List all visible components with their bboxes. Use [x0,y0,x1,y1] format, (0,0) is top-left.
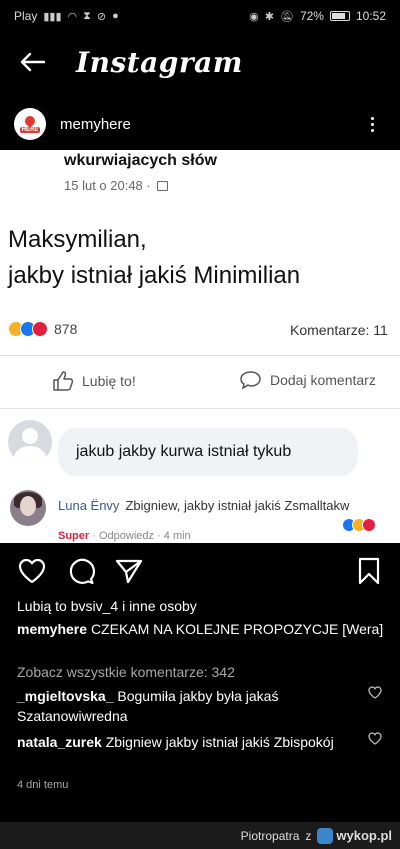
fb-comment-button: Dodaj komentarz [240,370,376,390]
kebab-menu-icon[interactable] [362,110,382,138]
speech-bubble-icon [240,371,261,390]
fb-comment: Luna Ënvy Zbigniew, jakby istniał jakiś Z… [0,486,400,543]
fb-comment-text: Zbigniew, jakby istniał jakiś Zsmalltakw [125,498,350,513]
fb-like-button: Lubię to! [52,370,136,392]
fb-comment: jakub jakby kurwa istniał tykub [0,418,400,488]
globe-icon [156,180,168,191]
post-header: HERE memyhere [0,102,400,146]
caption-text: CZEKAM NA KOLEJNE PROPOZYCJE [Wera] [90,621,384,637]
mute-icon: 🔕︎ [279,10,294,23]
hourglass-icon: ⧗ [83,9,91,22]
fb-comment-reactions [342,518,376,532]
battery-icon [329,11,350,21]
post-actions [0,552,400,592]
watermark-via: z [305,828,312,843]
wykop-logo: wykop.pl [317,827,392,844]
comment-heart-icon[interactable] [368,732,384,748]
wykop-icon [317,827,334,844]
fb-headline: wkurwiajacych słów [64,152,217,169]
signal-icon: ▮▮▮ [43,10,62,23]
comment-icon[interactable] [66,556,96,586]
comment-username[interactable]: natala_zurek [17,734,102,750]
status-bar: Play ▮▮▮ ◠ ⧗ ⊘ ● ◉ ✱ 🔕︎ 72% 10:52 [0,0,400,32]
view-all-comments-link[interactable]: Zobacz wszystkie komentarze: 342 [17,664,235,680]
fb-comment-line: Luna Ënvy Zbigniew, jakby istniał jakiś Z… [58,498,349,513]
love-reaction-icon [32,321,48,337]
fb-comments-count: Komentarze: 11 [290,322,388,338]
bluetooth-icon: ✱ [264,10,274,23]
eye-icon: ◉ [249,10,259,23]
divider [0,408,400,409]
fb-comment-meta-text: · Odpowiedz · 4 min [89,530,191,542]
fb-reaction-label: Super [58,530,90,542]
post-username[interactable]: memyhere [60,116,131,133]
fb-post-text: Maksymilian, jakby istniał jakiś Minimil… [8,222,300,294]
back-arrow-icon[interactable] [12,42,52,82]
comment-item: natala_zurek Zbigniew jakby istniał jaki… [17,732,357,752]
watermark-author: Piotropatra [240,828,300,843]
fb-comment-bubble: jakub jakby kurwa istniał tykub [58,428,358,476]
wifi-icon: ◠ [67,10,78,23]
app-bar: Instagram [0,34,400,90]
post-caption: memyhere CZEKAM NA KOLEJNE PROPOZYCJE [W… [17,619,387,639]
fb-comment-author: Luna Ënvy [58,498,120,513]
default-avatar-icon [8,420,52,464]
app-title: Instagram [76,45,243,79]
share-icon[interactable] [114,556,144,586]
fb-post-text-line2: jakby istniał jakiś Minimilian [8,262,301,289]
thumbs-up-icon [53,371,74,391]
comment-item: _mgieltovska_ Bogumiła jakby była jakaś … [17,686,357,726]
carrier-label: Play [14,9,38,23]
bookmark-icon[interactable] [354,556,384,586]
fb-date-text: 15 lut o 20:48 · [64,178,151,193]
clock: 10:52 [355,9,386,23]
comment-text: Zbigniew jakby istniał jakiś Zbispokój [105,734,334,750]
fb-like-label: Lubię to! [82,373,136,389]
divider [0,355,400,356]
avatar [10,490,46,526]
caption-username[interactable]: memyhere [17,621,87,637]
wykop-site: wykop.pl [336,828,392,843]
fb-post-text-line1: Maksymilian, [8,226,147,253]
comment-username[interactable]: _mgieltovska_ [17,688,114,704]
comment-heart-icon[interactable] [368,686,384,702]
post-timestamp: 4 dni temu [17,779,69,791]
love-reaction-icon [362,518,376,532]
alarm-icon: ⊘ [96,10,107,23]
fb-date: 15 lut o 20:48 · [64,178,168,193]
fb-comment-meta: Super · Odpowiedz · 4 min [58,530,191,542]
watermark-bar: Piotropatra z wykop.pl [0,822,400,849]
heart-icon[interactable] [17,556,47,586]
post-image[interactable]: wkurwiajacych słów 15 lut o 20:48 · Maks… [0,150,400,543]
fb-comment-text: jakub jakby kurwa istniał tykub [76,443,292,460]
messenger-icon: ● [112,10,119,22]
fb-reactions: 878 [8,321,77,337]
fb-reaction-count: 878 [54,321,78,337]
avatar[interactable]: HERE [14,108,46,140]
map-pin-icon [22,113,38,128]
battery-level: 72% [299,9,324,23]
fb-comment-label: Dodaj komentarz [270,372,376,388]
likes-summary[interactable]: Lubią to bvsiv_4 i inne osoby [17,598,197,614]
